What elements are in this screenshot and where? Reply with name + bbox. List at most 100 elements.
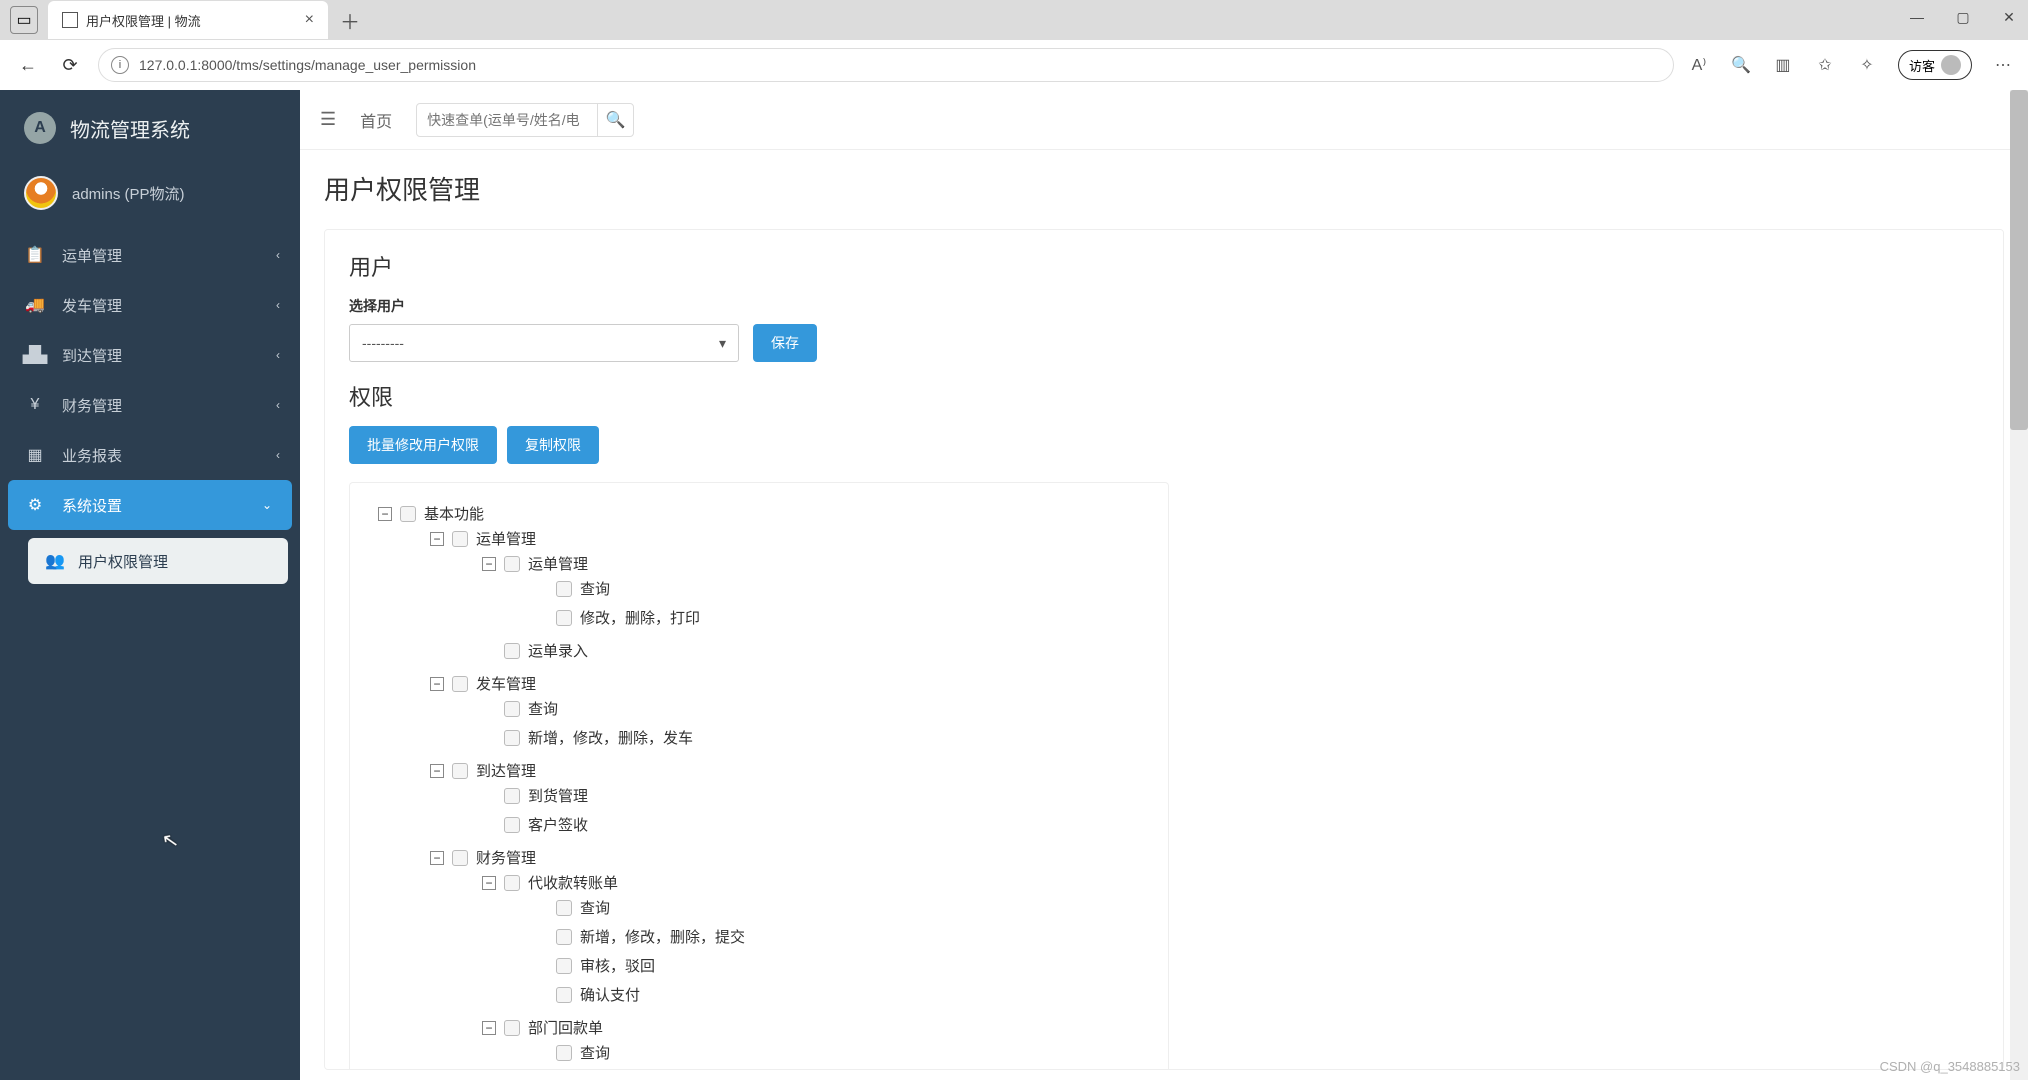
search-input[interactable] — [417, 112, 597, 128]
main-content: ☰ 首页 🔍 用户权限管理 用户 选择用户 --------- ▾ 保存 权限 — [300, 90, 2028, 1080]
yen-icon: ¥ — [24, 394, 46, 416]
tree-label: 基本功能 — [424, 503, 484, 524]
tree-toggle[interactable]: − — [430, 532, 444, 546]
tree-toggle[interactable]: − — [482, 557, 496, 571]
sidebar-item-user-permission[interactable]: 👥 用户权限管理 — [28, 538, 288, 584]
tree-label: 查询 — [580, 578, 610, 599]
batch-modify-button[interactable]: 批量修改用户权限 — [349, 426, 497, 464]
clipboard-icon: 📋 — [24, 244, 46, 266]
tree-checkbox[interactable] — [504, 643, 520, 659]
tree-checkbox[interactable] — [504, 875, 520, 891]
tab-overview-button[interactable]: ▭ — [10, 6, 38, 34]
scrollbar-thumb[interactable] — [2010, 90, 2028, 430]
sidebar-item-label: 到达管理 — [62, 345, 122, 366]
tree-toggle[interactable]: − — [430, 677, 444, 691]
tree-label: 查询 — [580, 1042, 610, 1063]
sidebar-item-label: 用户权限管理 — [78, 551, 168, 572]
tree-label: 查询 — [528, 698, 558, 719]
topbar: ☰ 首页 🔍 — [300, 90, 2028, 150]
chevron-left-icon: ‹ — [276, 248, 280, 262]
tree-checkbox[interactable] — [556, 900, 572, 916]
save-button[interactable]: 保存 — [753, 324, 817, 362]
vertical-scrollbar[interactable] — [2010, 90, 2028, 1080]
sidebar-menu: 📋 运单管理 ‹ 🚚 发车管理 ‹ ▟▙ 到达管理 ‹ ¥ 财务管理 ‹ ▦ — [0, 230, 300, 584]
window-minimize-icon[interactable]: — — [1908, 8, 1926, 26]
table-icon: ▦ — [24, 444, 46, 466]
chevron-left-icon: ‹ — [276, 298, 280, 312]
refresh-button[interactable]: ⟳ — [56, 51, 84, 79]
url-box[interactable]: i 127.0.0.1:8000/tms/settings/manage_use… — [98, 48, 1674, 82]
tree-label: 运单管理 — [528, 553, 588, 574]
sidebar-item-report[interactable]: ▦ 业务报表 ‹ — [0, 430, 300, 480]
tree-toggle[interactable]: − — [430, 851, 444, 865]
split-screen-icon[interactable]: ▥ — [1772, 54, 1794, 76]
tree-checkbox[interactable] — [452, 763, 468, 779]
browser-chrome: ▭ 用户权限管理 | 物流 × ＋ — ▢ ✕ ← ⟳ i 127.0.0.1:… — [0, 0, 2028, 90]
chevron-left-icon: ‹ — [276, 448, 280, 462]
chevron-left-icon: ‹ — [276, 398, 280, 412]
sidebar-toggle-icon[interactable]: ☰ — [320, 109, 336, 130]
copy-permission-button[interactable]: 复制权限 — [507, 426, 599, 464]
permission-tree: −基本功能 −运单管理 −运单管理 查询 修改，删除，打印 — [349, 482, 1169, 1070]
tree-toggle[interactable]: − — [482, 876, 496, 890]
tree-label: 新增，修改，删除，发车 — [528, 727, 693, 748]
tree-checkbox[interactable] — [504, 1020, 520, 1036]
tree-label: 确认支付 — [580, 984, 640, 1005]
tree-checkbox[interactable] — [556, 1045, 572, 1061]
favorites-icon[interactable]: ✩ — [1814, 54, 1836, 76]
sidebar-submenu: 👥 用户权限管理 — [0, 530, 300, 584]
tree-toggle[interactable]: − — [430, 764, 444, 778]
truck-icon: 🚚 — [24, 294, 46, 316]
tree-label: 运单管理 — [476, 528, 536, 549]
avatar-icon — [1941, 55, 1961, 75]
sidebar-item-finance[interactable]: ¥ 财务管理 ‹ — [0, 380, 300, 430]
search-button[interactable]: 🔍 — [597, 104, 633, 136]
home-link[interactable]: 首页 — [360, 108, 392, 132]
user-section-title: 用户 — [349, 250, 1979, 282]
tree-checkbox[interactable] — [452, 531, 468, 547]
window-close-icon[interactable]: ✕ — [2000, 8, 2018, 26]
tree-toggle[interactable]: − — [378, 507, 392, 521]
sidebar-item-settings[interactable]: ⚙ 系统设置 ⌄ — [8, 480, 292, 530]
url-text: 127.0.0.1:8000/tms/settings/manage_user_… — [139, 57, 476, 73]
tree-checkbox[interactable] — [556, 958, 572, 974]
tab-title: 用户权限管理 | 物流 — [86, 11, 297, 30]
read-aloud-icon[interactable]: A⁾ — [1688, 54, 1710, 76]
tree-toggle[interactable]: − — [482, 1021, 496, 1035]
tree-checkbox[interactable] — [556, 987, 572, 1003]
user-avatar-icon — [24, 176, 58, 210]
tree-label: 客户签收 — [528, 814, 588, 835]
tree-checkbox[interactable] — [452, 676, 468, 692]
brand-logo-icon: A — [24, 112, 56, 144]
tree-checkbox[interactable] — [504, 701, 520, 717]
sidebar-item-dispatch[interactable]: 🚚 发车管理 ‹ — [0, 280, 300, 330]
site-info-icon[interactable]: i — [111, 56, 129, 74]
tree-checkbox[interactable] — [556, 581, 572, 597]
user-row[interactable]: admins (PP物流) — [0, 162, 300, 224]
tree-checkbox[interactable] — [504, 788, 520, 804]
more-menu-icon[interactable]: ⋯ — [1992, 54, 2014, 76]
collections-icon[interactable]: ✧ — [1856, 54, 1878, 76]
tree-checkbox[interactable] — [400, 506, 416, 522]
tree-checkbox[interactable] — [504, 730, 520, 746]
user-select[interactable]: --------- ▾ — [349, 324, 739, 362]
profile-button[interactable]: 访客 — [1898, 50, 1972, 80]
new-tab-button[interactable]: ＋ — [340, 6, 360, 35]
tree-checkbox[interactable] — [452, 850, 468, 866]
tree-label: 代收款转账单 — [528, 872, 618, 893]
tab-close-icon[interactable]: × — [305, 11, 314, 29]
user-display: admins (PP物流) — [72, 183, 185, 204]
back-button[interactable]: ← — [14, 51, 42, 79]
tree-label: 审核，驳回 — [580, 955, 655, 976]
tree-checkbox[interactable] — [504, 817, 520, 833]
tree-checkbox[interactable] — [556, 929, 572, 945]
pallet-icon: ▟▙ — [24, 344, 46, 366]
window-maximize-icon[interactable]: ▢ — [1954, 8, 1972, 26]
sidebar-item-arrival[interactable]: ▟▙ 到达管理 ‹ — [0, 330, 300, 380]
page-title: 用户权限管理 — [324, 170, 2004, 207]
sidebar-item-waybill[interactable]: 📋 运单管理 ‹ — [0, 230, 300, 280]
tree-checkbox[interactable] — [556, 610, 572, 626]
tree-checkbox[interactable] — [504, 556, 520, 572]
zoom-icon[interactable]: 🔍 — [1730, 54, 1752, 76]
browser-tab[interactable]: 用户权限管理 | 物流 × — [48, 1, 328, 39]
